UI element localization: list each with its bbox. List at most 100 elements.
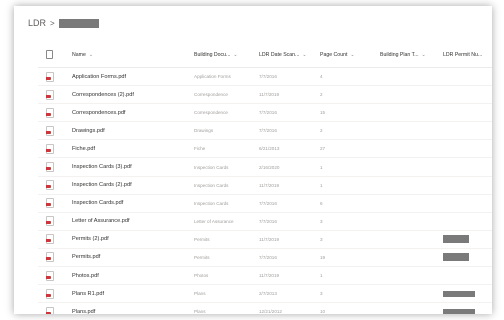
file-icon-cell	[46, 267, 60, 284]
building-document-type-cell: Permits	[194, 236, 210, 242]
pdf-file-icon	[46, 216, 54, 227]
column-header-ldr-date-scanned[interactable]: LDR Date Scan... ⌄	[259, 42, 319, 67]
page-count-cell: 10	[320, 309, 326, 314]
page-count-cell: 27	[320, 146, 326, 152]
building-plan-type-cell	[380, 104, 442, 121]
file-name-link[interactable]: Plans.pdf	[72, 303, 190, 314]
ldr-date-scanned-cell: 7/7/2016	[259, 110, 277, 116]
page-count-cell: 1	[320, 182, 323, 188]
file-name-link[interactable]: Permits.pdf	[72, 249, 190, 266]
ldr-date-scanned-cell: 11/7/2019	[259, 182, 280, 188]
building-document-type-cell: Plans	[194, 291, 206, 297]
file-icon-cell	[46, 158, 60, 175]
building-plan-type-cell	[380, 231, 442, 248]
file-icon-cell	[46, 122, 60, 139]
ldr-date-scanned-cell: 6/21/2013	[259, 146, 280, 152]
building-document-type-cell: Inspection Cards	[194, 164, 229, 170]
file-name-link[interactable]: Letter of Assurance.pdf	[72, 213, 190, 230]
table-row[interactable]: Inspection Cards (3).pdf Inspection Cards…	[38, 158, 492, 177]
page-count-cell: 6	[320, 200, 323, 206]
chevron-down-icon: ⌄	[88, 51, 94, 58]
building-plan-type-cell	[380, 68, 442, 85]
column-header-building-document-type[interactable]: Building Docu... ⌄	[194, 42, 254, 67]
file-icon-cell	[46, 140, 60, 157]
redacted-permit-number	[443, 235, 469, 244]
file-name-link[interactable]: Photos.pdf	[72, 267, 190, 284]
table-row[interactable]: Fiche.pdf Fiche 6/21/2013 27	[38, 140, 492, 159]
ldr-permit-number-cell	[443, 195, 492, 212]
pdf-file-icon	[46, 143, 54, 154]
breadcrumb-separator-icon: >	[50, 18, 55, 28]
table-row[interactable]: Plans R1.pdf Plans 2/7/2013 3	[38, 285, 492, 304]
file-name-link[interactable]: Inspection Cards.pdf	[72, 195, 190, 212]
page-count-cell: 3	[320, 236, 323, 242]
table-row[interactable]: Application Forms.pdf Application Forms 7/…	[38, 68, 492, 87]
file-name-link[interactable]: Inspection Cards (3).pdf	[72, 158, 190, 175]
column-header-label: Building Docu...	[194, 51, 231, 58]
column-header-name[interactable]: Name ⌄	[72, 42, 190, 67]
file-icon-cell	[46, 249, 60, 266]
column-header-label: Name	[72, 51, 86, 58]
table-row[interactable]: Photos.pdf Photos 11/7/2019 1	[38, 267, 492, 286]
building-plan-type-cell	[380, 158, 442, 175]
pdf-file-icon	[46, 252, 54, 263]
pdf-file-icon	[46, 107, 54, 118]
page-count-cell: 3	[320, 291, 323, 297]
table-row[interactable]: Inspection Cards.pdf Inspection Cards 7/7/…	[38, 195, 492, 213]
ldr-date-scanned-cell: 11/7/2019	[259, 273, 280, 279]
column-header-building-plan-type[interactable]: Building Plan T... ⌄	[380, 42, 442, 67]
table-row[interactable]: Permits (2).pdf Permits 11/7/2019 3	[38, 231, 492, 249]
breadcrumb-redacted-folder[interactable]	[58, 18, 99, 28]
file-name-link[interactable]: Correspondences.pdf	[72, 104, 190, 121]
page-count-cell: 1	[320, 164, 323, 170]
breadcrumb: LDR >	[28, 18, 99, 28]
file-name-link[interactable]: Application Forms.pdf	[72, 68, 190, 85]
file-name-link[interactable]: Correspondences (2).pdf	[72, 86, 190, 103]
ldr-date-scanned-cell: 7/7/2016	[259, 254, 277, 260]
table-row[interactable]: Correspondences.pdf Correspondence 7/7/201…	[38, 104, 492, 123]
building-document-type-cell: Correspondence	[194, 92, 228, 98]
ldr-date-scanned-cell: 7/7/2016	[259, 128, 277, 134]
table-row[interactable]: Permits.pdf Permits 7/7/2016 19	[38, 249, 492, 268]
table-row[interactable]: Plans.pdf Plans 12/21/2012 10	[38, 303, 492, 314]
file-icon-cell	[46, 177, 60, 194]
column-header-label: Building Plan T...	[380, 51, 419, 58]
ldr-date-scanned-cell: 11/7/2019	[259, 236, 280, 242]
column-header-ldr-permit-number[interactable]: LDR Permit Nu...	[443, 42, 492, 67]
column-header-label: LDR Permit Nu...	[443, 51, 483, 58]
building-plan-type-cell	[380, 249, 442, 266]
column-header-row: Name ⌄ Building Docu... ⌄ LDR Date Scan...…	[38, 42, 492, 68]
table-row[interactable]: Correspondences (2).pdf Correspondence 11/…	[38, 86, 492, 105]
ldr-date-scanned-cell: 11/7/2019	[259, 92, 280, 98]
document-icon	[46, 50, 53, 59]
file-name-link[interactable]: Drawings.pdf	[72, 122, 190, 139]
building-document-type-cell: Plans	[194, 309, 206, 314]
ldr-permit-number-cell	[443, 86, 492, 103]
file-name-link[interactable]: Inspection Cards (2).pdf	[72, 177, 190, 194]
file-name-link[interactable]: Fiche.pdf	[72, 140, 190, 157]
table-row[interactable]: Letter of Assurance.pdf Letter of Assuran…	[38, 213, 492, 231]
building-plan-type-cell	[380, 195, 442, 212]
ldr-permit-number-cell	[443, 285, 492, 302]
pdf-file-icon	[46, 125, 54, 136]
page-count-cell: 19	[320, 254, 326, 260]
ldr-date-scanned-cell: 2/7/2013	[259, 291, 277, 297]
file-icon-cell	[46, 86, 60, 103]
ldr-permit-number-cell	[443, 122, 492, 139]
pdf-file-icon	[46, 234, 54, 245]
table-row[interactable]: Inspection Cards (2).pdf Inspection Cards…	[38, 177, 492, 195]
column-header-page-count[interactable]: Page Count ⌄	[320, 42, 376, 67]
table-row[interactable]: Drawings.pdf Drawings 7/7/2016 2	[38, 122, 492, 141]
column-header-label: LDR Date Scan...	[259, 51, 300, 58]
pdf-file-icon	[46, 89, 54, 100]
ldr-date-scanned-cell: 2/16/2020	[259, 164, 280, 170]
building-document-type-cell: Letter of Assurance	[194, 218, 234, 224]
file-name-link[interactable]: Plans R1.pdf	[72, 285, 190, 302]
breadcrumb-root[interactable]: LDR	[28, 18, 46, 28]
file-icon-cell	[46, 195, 60, 212]
file-type-column-header[interactable]	[46, 42, 60, 67]
pdf-file-icon	[46, 162, 54, 173]
ldr-permit-number-cell	[443, 140, 492, 157]
file-icon-cell	[46, 68, 60, 85]
file-name-link[interactable]: Permits (2).pdf	[72, 231, 190, 248]
